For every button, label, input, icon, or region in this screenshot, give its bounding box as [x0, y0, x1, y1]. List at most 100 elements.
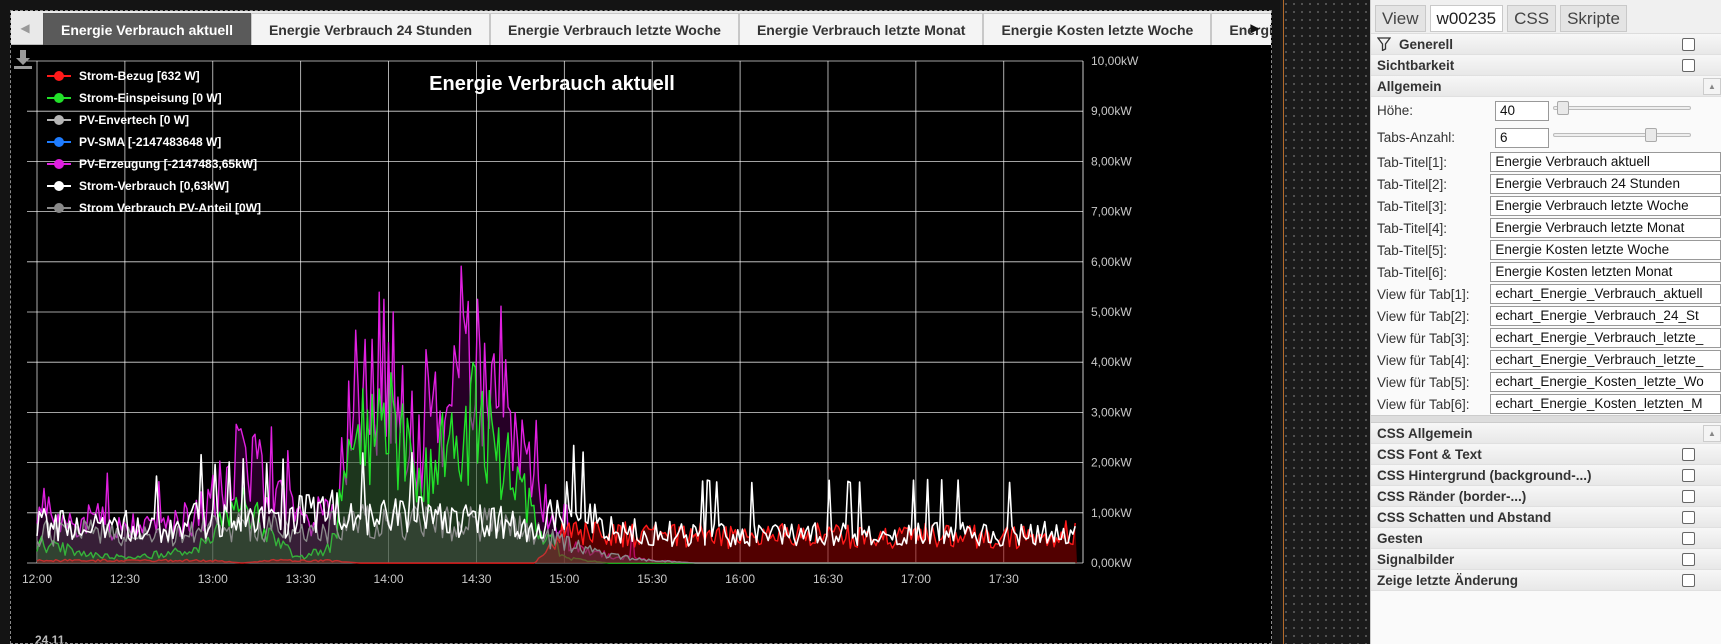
legend-item[interactable]: PV-Envertech [0 W]: [47, 109, 261, 131]
property-input[interactable]: Energie Verbrauch 24 Stunden: [1490, 174, 1721, 194]
property-slider[interactable]: [1553, 101, 1691, 115]
property-label: Höhe:: [1377, 103, 1414, 118]
legend-marker-icon: [47, 114, 71, 126]
y-tick-label: 9,00kW: [1091, 104, 1132, 118]
legend-item[interactable]: Strom Verbrauch PV-Anteil [0W]: [47, 197, 261, 219]
legend-marker-icon: [47, 136, 71, 148]
property-label: Tab-Titel[3]:: [1377, 198, 1448, 214]
property-label: Tab-Titel[6]:: [1377, 264, 1448, 280]
group-checkbox[interactable]: [1682, 532, 1695, 545]
property-input[interactable]: echart_Energie_Verbrauch_24_St: [1490, 306, 1721, 326]
legend-item[interactable]: Strom-Bezug [632 W]: [47, 65, 261, 87]
collapse-icon[interactable]: ▲: [1703, 425, 1721, 442]
widget-tab[interactable]: Energie Verbrauch 24 Stunden: [250, 13, 491, 45]
legend-marker-icon: [47, 202, 71, 214]
legend-item[interactable]: Strom-Einspeisung [0 W]: [47, 87, 261, 109]
property-input[interactable]: Energie Kosten letzte Woche: [1490, 240, 1721, 260]
group-header[interactable]: Signalbilder: [1371, 549, 1721, 570]
property-input[interactable]: echart_Energie_Kosten_letzten_M: [1490, 394, 1721, 414]
y-tick-label: 8,00kW: [1091, 154, 1132, 168]
group-checkbox[interactable]: [1682, 574, 1695, 587]
property-input[interactable]: echart_Energie_Verbrauch_letzte_: [1490, 328, 1721, 348]
group-checkbox[interactable]: [1682, 511, 1695, 524]
property-label: Tab-Titel[4]:: [1377, 220, 1448, 236]
group-header[interactable]: CSS Schatten und Abstand: [1371, 507, 1721, 528]
property-input[interactable]: 6: [1495, 127, 1549, 148]
legend-item[interactable]: PV-SMA [-2147483648 W]: [47, 131, 261, 153]
group-header[interactable]: CSS Hintergrund (background-...): [1371, 465, 1721, 486]
slider-handle[interactable]: [1556, 101, 1569, 115]
property-input[interactable]: Energie Verbrauch letzte Woche: [1490, 196, 1721, 216]
widget-tab[interactable]: Energie Kosten letzte Woche: [983, 13, 1212, 45]
widget-tabs: Energie Verbrauch aktuell Energie Verbrau…: [43, 13, 1271, 45]
group-header[interactable]: CSS Font & Text: [1371, 444, 1721, 465]
property-label: View für Tab[4]:: [1377, 352, 1470, 368]
editor-guide-line: [1283, 0, 1284, 644]
property-row: View für Tab[4]: echart_Energie_Verbrauch…: [1371, 349, 1721, 371]
property-input[interactable]: echart_Energie_Verbrauch_letzte_: [1490, 350, 1721, 370]
tab-scroll-left-icon[interactable]: ◀: [11, 11, 39, 45]
property-row: View für Tab[5]: echart_Energie_Kosten_le…: [1371, 371, 1721, 393]
property-input[interactable]: Energie Verbrauch aktuell: [1490, 152, 1721, 172]
group-header[interactable]: Allgemein ▲: [1371, 76, 1721, 97]
group-checkbox[interactable]: [1682, 469, 1695, 482]
group-header[interactable]: CSS Allgemein ▲: [1371, 423, 1721, 444]
group-header[interactable]: Sichtbarkeit: [1371, 55, 1721, 76]
property-row: View für Tab[3]: echart_Energie_Verbrauch…: [1371, 327, 1721, 349]
property-label: Tab-Titel[2]:: [1377, 176, 1448, 192]
property-input[interactable]: 40: [1495, 100, 1549, 121]
panel-tab[interactable]: Skripte: [1560, 5, 1627, 32]
x-tick-label: 12:00: [22, 572, 52, 586]
y-tick-label: 5,00kW: [1091, 305, 1132, 319]
legend-item[interactable]: Strom-Verbrauch [0,63kW]: [47, 175, 261, 197]
property-row: Tab-Titel[3]: Energie Verbrauch letzte Wo…: [1371, 195, 1721, 217]
panel-tab[interactable]: w00235: [1429, 5, 1504, 32]
legend-item[interactable]: PV-Erzeugung [-2147483,65kW]: [47, 153, 261, 175]
series-area-pv-erzeugung: [37, 266, 1077, 563]
property-row: Tab-Titel[5]: Energie Kosten letzte Woche: [1371, 239, 1721, 261]
slider-handle[interactable]: [1644, 128, 1657, 142]
legend-label: Strom-Einspeisung [0 W]: [79, 91, 222, 105]
widget-tab[interactable]: Energie Verbrauch letzte Monat: [738, 13, 984, 45]
y-tick-label: 0,00kW: [1091, 556, 1132, 570]
filter-icon[interactable]: [1377, 37, 1391, 51]
property-row: Tabs-Anzahl: 6: [1371, 124, 1721, 151]
section-divider: [1371, 415, 1721, 423]
widget-tab[interactable]: Energie Verbrauch letzte Woche: [490, 13, 739, 45]
group-checkbox[interactable]: [1682, 490, 1695, 503]
group-header[interactable]: Gesten: [1371, 528, 1721, 549]
group-title: CSS Ränder (border-...): [1377, 488, 1527, 504]
group-checkbox[interactable]: [1682, 553, 1695, 566]
widget-tab[interactable]: Energie Verbrauch aktuell: [43, 13, 251, 45]
y-tick-label: 4,00kW: [1091, 355, 1132, 369]
collapse-icon[interactable]: ▲: [1703, 78, 1721, 95]
x-tick-label: 15:30: [637, 572, 667, 586]
legend-marker-icon: [47, 180, 71, 192]
property-input[interactable]: echart_Energie_Verbrauch_aktuell: [1490, 284, 1721, 304]
group-checkbox[interactable]: [1682, 38, 1695, 51]
property-input[interactable]: Energie Kosten letzten Monat: [1490, 262, 1721, 282]
download-icon[interactable]: [11, 47, 35, 71]
y-tick-label: 2,00kW: [1091, 456, 1132, 470]
property-input[interactable]: echart_Energie_Kosten_letzte_Wo: [1490, 372, 1721, 392]
y-tick-label: 7,00kW: [1091, 205, 1132, 219]
tabs-widget[interactable]: ◀ Energie Verbrauch aktuell Energie Verbr…: [10, 10, 1272, 644]
legend-label: PV-Envertech [0 W]: [79, 113, 190, 127]
group-title: Sichtbarkeit: [1377, 57, 1455, 73]
panel-tab[interactable]: View: [1375, 5, 1426, 32]
group-checkbox[interactable]: [1682, 59, 1695, 72]
group-checkbox[interactable]: [1682, 448, 1695, 461]
property-input[interactable]: Energie Verbrauch letzte Monat: [1490, 218, 1721, 238]
x-tick-label: 16:00: [725, 572, 755, 586]
tab-scroll-right-icon[interactable]: ▶: [1241, 11, 1269, 45]
properties-panel: View w00235 CSS Skripte Generell Sichtbarkei…: [1370, 0, 1721, 644]
group-header[interactable]: CSS Ränder (border-...): [1371, 486, 1721, 507]
group-header[interactable]: Generell: [1371, 34, 1721, 55]
legend-marker-icon: [47, 92, 71, 104]
property-row: Tab-Titel[6]: Energie Kosten letzten Mona…: [1371, 261, 1721, 283]
editor-canvas: ◀ Energie Verbrauch aktuell Energie Verbr…: [0, 0, 1280, 644]
group-header[interactable]: Zeige letzte Änderung: [1371, 570, 1721, 591]
panel-tab[interactable]: CSS: [1507, 5, 1557, 32]
property-label: View für Tab[6]:: [1377, 396, 1470, 412]
property-slider[interactable]: [1553, 128, 1691, 142]
